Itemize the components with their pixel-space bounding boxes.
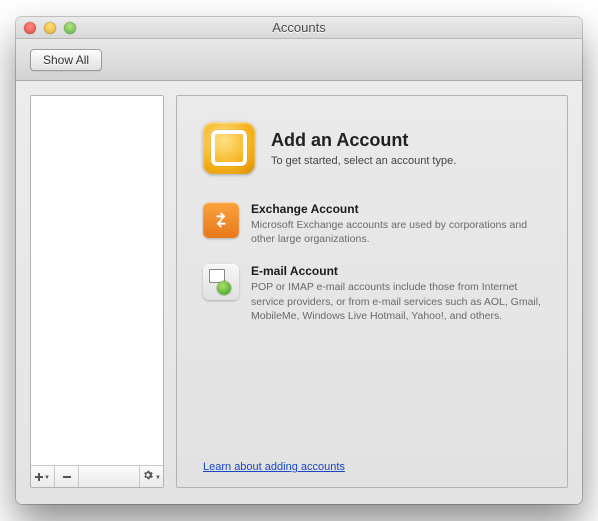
exchange-icon <box>203 202 239 238</box>
accounts-window: Accounts Show All ▼ ▼ <box>16 17 582 504</box>
outlook-icon <box>203 122 255 174</box>
hero: Add an Account To get started, select an… <box>203 122 541 174</box>
chevron-down-icon: ▼ <box>155 475 161 481</box>
option-title: Exchange Account <box>251 202 541 216</box>
show-all-button[interactable]: Show All <box>30 49 102 71</box>
remove-account-button[interactable] <box>55 466 79 487</box>
hero-text: Add an Account To get started, select an… <box>271 130 456 167</box>
option-text: E-mail Account POP or IMAP e-mail accoun… <box>251 264 541 323</box>
option-email-account[interactable]: E-mail Account POP or IMAP e-mail accoun… <box>203 264 541 323</box>
option-exchange-account[interactable]: Exchange Account Microsoft Exchange acco… <box>203 202 541 246</box>
chevron-down-icon: ▼ <box>44 475 50 481</box>
option-title: E-mail Account <box>251 264 541 278</box>
titlebar: Accounts <box>16 17 582 39</box>
toolbar: Show All <box>16 39 582 81</box>
minus-icon <box>63 476 71 478</box>
learn-about-adding-accounts-link[interactable]: Learn about adding accounts <box>203 461 345 473</box>
add-account-button[interactable]: ▼ <box>31 466 55 487</box>
account-actions-button[interactable]: ▼ <box>139 466 163 487</box>
option-text: Exchange Account Microsoft Exchange acco… <box>251 202 541 246</box>
accounts-sidebar: ▼ ▼ <box>30 95 164 488</box>
email-plus-icon <box>203 264 239 300</box>
page-subtitle: To get started, select an account type. <box>271 155 456 167</box>
accounts-list[interactable] <box>31 96 163 465</box>
sidebar-footer: ▼ ▼ <box>31 465 163 487</box>
main-panel: Add an Account To get started, select an… <box>176 95 568 488</box>
content-area: ▼ ▼ Add an Account To get started, <box>16 81 582 504</box>
plus-icon <box>35 473 43 481</box>
page-title: Add an Account <box>271 130 456 151</box>
window-title: Accounts <box>16 20 582 35</box>
option-description: Microsoft Exchange accounts are used by … <box>251 218 541 246</box>
option-description: POP or IMAP e-mail accounts include thos… <box>251 280 541 323</box>
gear-icon <box>142 469 154 484</box>
